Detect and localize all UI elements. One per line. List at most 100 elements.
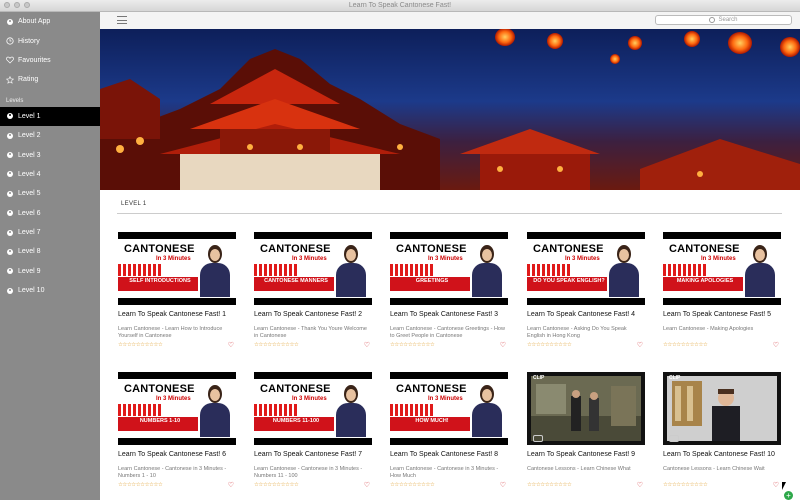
thumbnail-subtitle: In 3 Minutes (156, 396, 191, 402)
add-icon[interactable]: + (784, 491, 793, 500)
lesson-thumbnail[interactable]: CANTONESE In 3 Minutes HOW MUCH! (390, 372, 508, 445)
sidebar-item-level-1[interactable]: Level 1 (0, 106, 100, 126)
cc-icon (533, 435, 543, 442)
lesson-thumbnail[interactable]: CLIP (527, 372, 645, 445)
favourite-heart-icon[interactable]: ♡ (228, 341, 234, 349)
thumbnail-banner-text: CANTONESE MANNERS (264, 278, 328, 284)
rating-stars-icon[interactable]: ☆☆☆☆☆☆☆☆☆☆ (118, 482, 163, 488)
level-bullet-icon (6, 132, 14, 140)
lesson-title[interactable]: Learn To Speak Cantonese Fast! 9 (527, 451, 645, 458)
lesson-thumbnail[interactable]: CANTONESE In 3 Minutes DO YOU SPEAK ENGLIS… (527, 232, 645, 305)
level-bullet-icon (6, 190, 14, 198)
presenter-image (334, 383, 368, 437)
sidebar-item-level-2[interactable]: Level 2 (0, 126, 100, 145)
presenter-image (743, 243, 777, 297)
lesson-card[interactable]: CANTONESE In 3 Minutes SELF INTRODUCTIONS L… (118, 232, 236, 349)
lesson-title[interactable]: Learn To Speak Cantonese Fast! 8 (390, 451, 508, 458)
rating-stars-icon[interactable]: ☆☆☆☆☆☆☆☆☆☆ (390, 342, 435, 348)
rating-stars-icon[interactable]: ☆☆☆☆☆☆☆☆☆☆ (254, 482, 299, 488)
rating-stars-icon[interactable]: ☆☆☆☆☆☆☆☆☆☆ (390, 482, 435, 488)
favourite-heart-icon[interactable]: ♡ (228, 481, 234, 489)
level-bullet-icon (6, 267, 14, 275)
lesson-title[interactable]: Learn To Speak Cantonese Fast! 6 (118, 451, 236, 458)
sidebar-item-level-10[interactable]: Level 10 (0, 281, 100, 300)
thumbnail-banner-text: HOW MUCH! (415, 418, 449, 424)
sidebar-item-label: Level 1 (18, 112, 41, 120)
lesson-thumbnail[interactable]: CANTONESE In 3 Minutes NUMBERS 1-10 (118, 372, 236, 445)
thumbnail-brand: CANTONESE (396, 243, 467, 255)
favourite-heart-icon[interactable]: ♡ (364, 341, 370, 349)
sidebar-item-favourites[interactable]: Favourites (0, 51, 100, 70)
lesson-title[interactable]: Learn To Speak Cantonese Fast! 1 (118, 311, 236, 318)
lesson-description: Learn Cantonese - Cantonese Greetings - … (390, 326, 505, 339)
thumbnail-banner-text: NUMBERS 11-100 (272, 418, 320, 424)
sidebar-item-history[interactable]: History (0, 31, 100, 50)
search-input[interactable]: Search (655, 15, 792, 25)
lesson-card[interactable]: CANTONESE In 3 Minutes HOW MUCH! Learn To S… (390, 372, 508, 489)
lesson-card[interactable]: CANTONESE In 3 Minutes NUMBERS 11-100 Learn… (254, 372, 372, 489)
sidebar-item-label: Level 7 (18, 229, 41, 237)
lesson-thumbnail[interactable]: CANTONESE In 3 Minutes NUMBERS 11-100 (254, 372, 372, 445)
lesson-thumbnail[interactable]: CANTONESE In 3 Minutes CANTONESE MANNERS (254, 232, 372, 305)
thumbnail-graphic (390, 404, 434, 416)
sidebar-item-level-8[interactable]: Level 8 (0, 242, 100, 261)
favourite-heart-icon[interactable]: ♡ (500, 341, 506, 349)
lesson-card[interactable]: CLIP Learn To Speak Cantonese Fast! 9 Cant… (527, 372, 645, 489)
lesson-card[interactable]: CANTONESE In 3 Minutes NUMBERS 1-10 Learn T… (118, 372, 236, 489)
presenter-image (198, 383, 232, 437)
favourite-heart-icon[interactable]: ♡ (364, 481, 370, 489)
toolbar: Search (100, 12, 800, 30)
lesson-description: Learn Cantonese - Cantonese in 3 Minutes… (390, 466, 499, 479)
favourite-heart-icon[interactable]: ♡ (500, 481, 506, 489)
lesson-title[interactable]: Learn To Speak Cantonese Fast! 5 (663, 311, 781, 318)
thumbnail-brand: CANTONESE (396, 383, 467, 395)
lesson-title[interactable]: Learn To Speak Cantonese Fast! 7 (254, 451, 372, 458)
lesson-thumbnail[interactable]: CANTONESE In 3 Minutes MAKING APOLOGIES (663, 232, 781, 305)
rating-stars-icon[interactable]: ☆☆☆☆☆☆☆☆☆☆ (663, 482, 708, 488)
level-bullet-icon (6, 170, 14, 178)
lesson-thumbnail[interactable]: CANTONESE In 3 Minutes SELF INTRODUCTIONS (118, 232, 236, 305)
lesson-card[interactable]: CANTONESE In 3 Minutes CANTONESE MANNERS Le… (254, 232, 372, 349)
lesson-thumbnail[interactable]: CLIP (663, 372, 781, 445)
lesson-title[interactable]: Learn To Speak Cantonese Fast! 2 (254, 311, 372, 318)
sidebar-item-level-7[interactable]: Level 7 (0, 223, 100, 242)
sidebar-item-label: Level 4 (18, 170, 41, 178)
lesson-card[interactable]: CANTONESE In 3 Minutes MAKING APOLOGIES Lea… (663, 232, 781, 349)
thumbnail-graphic (254, 404, 298, 416)
rating-stars-icon[interactable]: ☆☆☆☆☆☆☆☆☆☆ (118, 342, 163, 348)
sidebar-item-level-5[interactable]: Level 5 (0, 184, 100, 203)
sidebar-item-label: Level 8 (18, 248, 41, 256)
rating-stars-icon[interactable]: ☆☆☆☆☆☆☆☆☆☆ (527, 342, 572, 348)
thumbnail-subtitle: In 3 Minutes (701, 256, 736, 262)
sidebar-item-label: Level 10 (18, 287, 45, 295)
favourite-heart-icon[interactable]: ♡ (637, 341, 643, 349)
sidebar-item-level-4[interactable]: Level 4 (0, 165, 100, 184)
lesson-card[interactable]: CANTONESE In 3 Minutes GREETINGS Learn To S… (390, 232, 508, 349)
clock-icon (6, 37, 14, 45)
sidebar-item-rating[interactable]: Rating (0, 70, 100, 89)
lesson-title[interactable]: Learn To Speak Cantonese Fast! 3 (390, 311, 508, 318)
list-menu-icon[interactable] (117, 16, 127, 24)
rating-stars-icon[interactable]: ☆☆☆☆☆☆☆☆☆☆ (527, 482, 572, 488)
sidebar-item-level-9[interactable]: Level 9 (0, 262, 100, 281)
lesson-thumbnail[interactable]: CANTONESE In 3 Minutes GREETINGS (390, 232, 508, 305)
lesson-title[interactable]: Learn To Speak Cantonese Fast! 4 (527, 311, 645, 318)
sidebar-item-about-app[interactable]: About App (0, 12, 100, 31)
heart-icon (6, 56, 14, 64)
thumbnail-brand: CANTONESE (669, 243, 740, 255)
sidebar-item-level-6[interactable]: Level 6 (0, 204, 100, 223)
rating-stars-icon[interactable]: ☆☆☆☆☆☆☆☆☆☆ (663, 342, 708, 348)
sidebar-item-label: History (18, 37, 40, 45)
favourite-heart-icon[interactable]: ♡ (773, 481, 779, 489)
rating-stars-icon[interactable]: ☆☆☆☆☆☆☆☆☆☆ (254, 342, 299, 348)
header-banner-image (100, 29, 800, 190)
lesson-description: Learn Cantonese - Learn How to Introduce… (118, 326, 223, 339)
favourite-heart-icon[interactable]: ♡ (773, 341, 779, 349)
lesson-card[interactable]: CANTONESE In 3 Minutes DO YOU SPEAK ENGLIS… (527, 232, 645, 349)
lesson-title[interactable]: Learn To Speak Cantonese Fast! 10 (663, 451, 781, 458)
favourite-heart-icon[interactable]: ♡ (637, 481, 643, 489)
sidebar-item-level-3[interactable]: Level 3 (0, 145, 100, 164)
thumbnail-subtitle: In 3 Minutes (428, 396, 463, 402)
lesson-card[interactable]: CLIP Learn To Speak Cantonese Fast! 10 Can… (663, 372, 781, 489)
levels-section-label: Levels (6, 97, 24, 104)
